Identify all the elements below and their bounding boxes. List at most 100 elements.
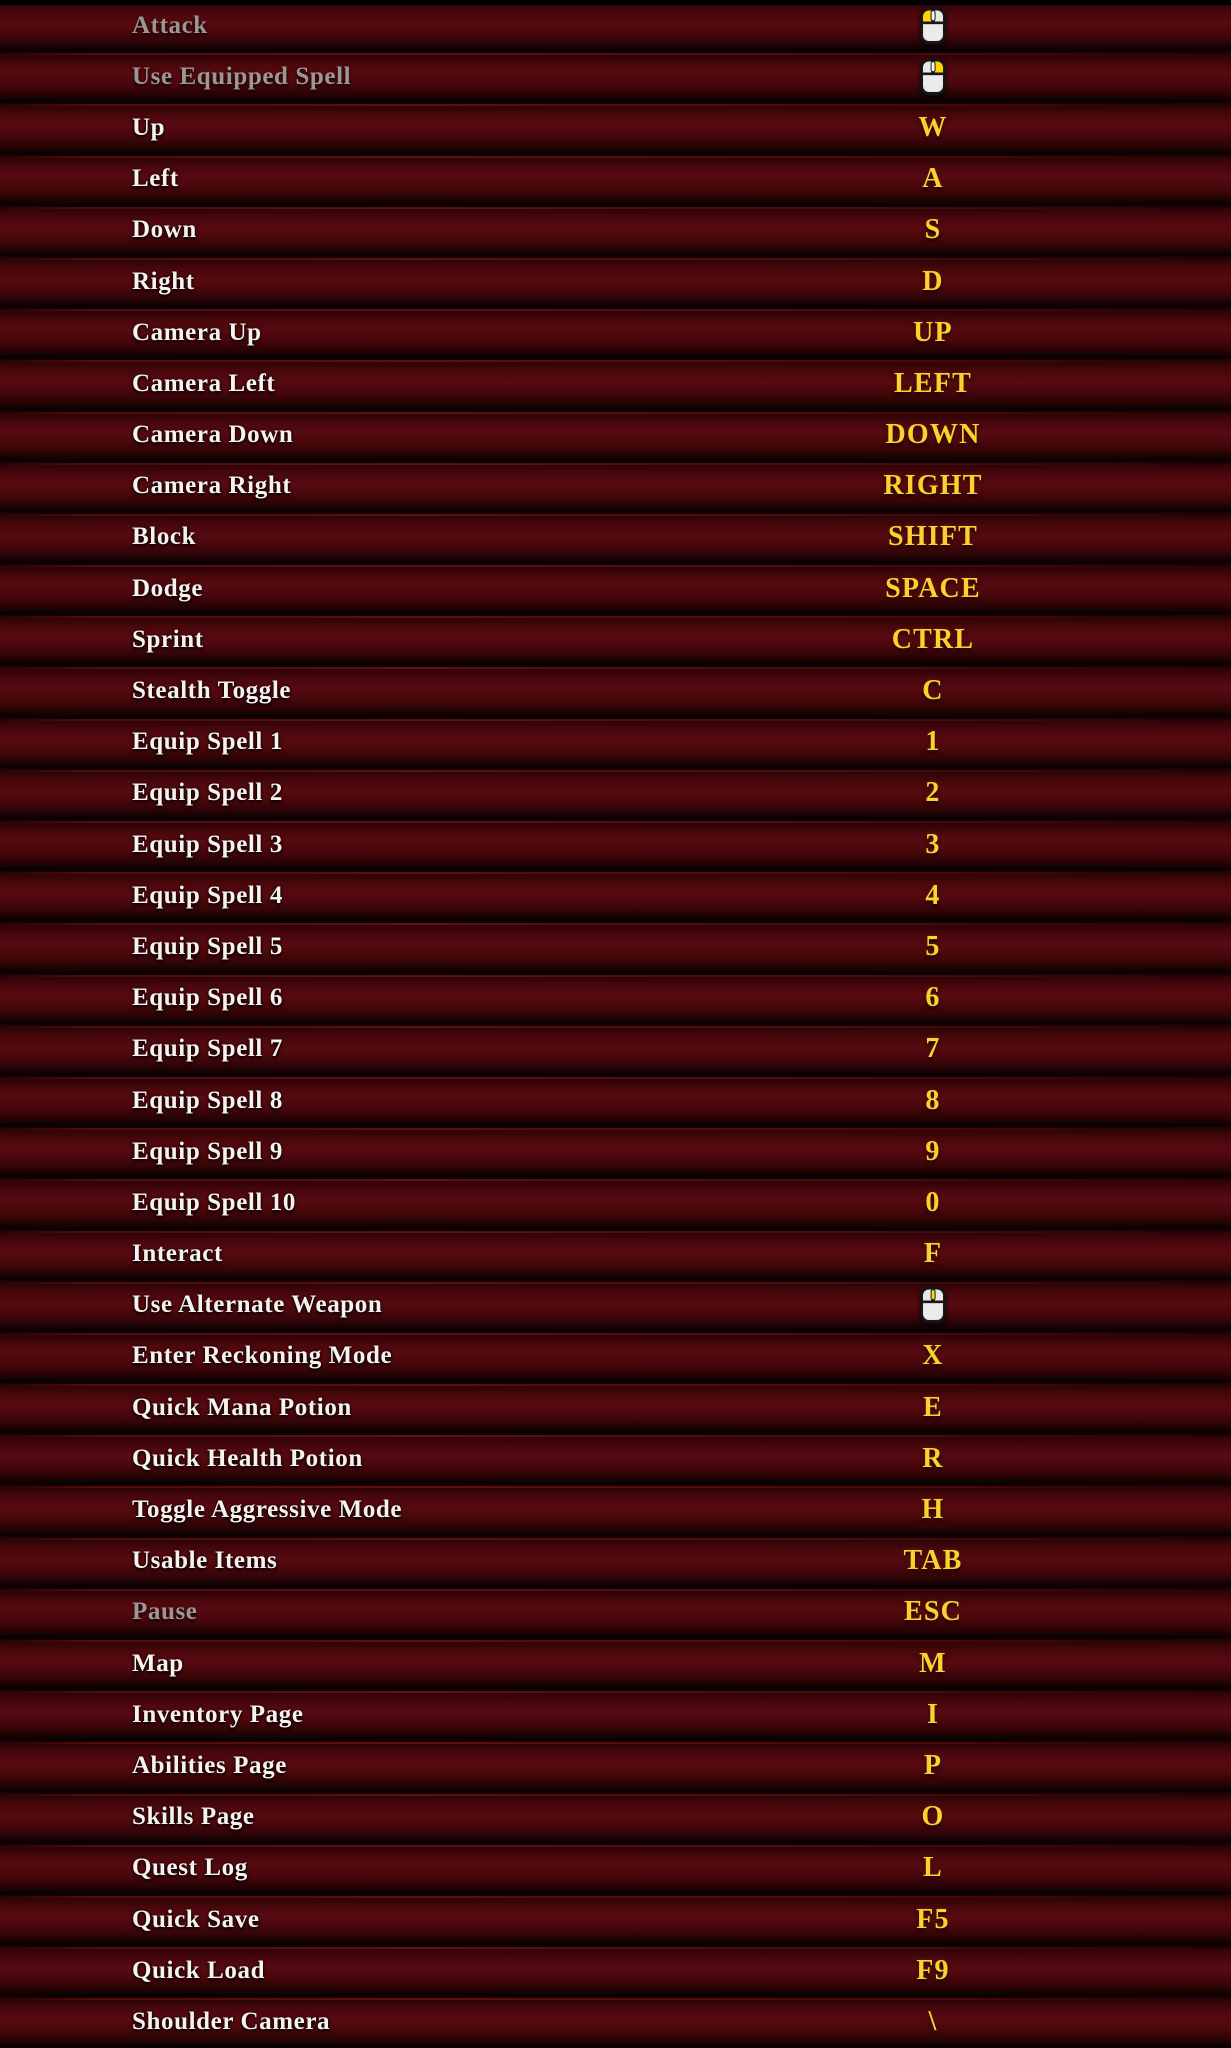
keybinding-value[interactable]: R	[793, 1433, 1073, 1484]
keybinding-row-pause[interactable]: Pause ESC	[0, 1586, 1231, 1638]
keybinding-value[interactable]: F5	[793, 1894, 1073, 1945]
key-label: TAB	[903, 1545, 963, 1577]
keybinding-row-map[interactable]: Map M	[0, 1638, 1231, 1690]
keybinding-value[interactable]: 6	[793, 973, 1073, 1024]
keybinding-row-equip-spell-9[interactable]: Equip Spell 9 9	[0, 1126, 1231, 1178]
keybinding-value[interactable]: DOWN	[793, 410, 1073, 461]
keybinding-action-label: Skills Page	[132, 1803, 255, 1831]
keybinding-row-use-alternate-weapon[interactable]: Use Alternate Weapon	[0, 1279, 1231, 1331]
keybinding-value[interactable]: 9	[793, 1126, 1073, 1177]
keybinding-row-left[interactable]: Left A	[0, 153, 1231, 205]
keybinding-row-toggle-aggressive-mode[interactable]: Toggle Aggressive Mode H	[0, 1484, 1231, 1536]
keybinding-action-label: Shoulder Camera	[132, 2007, 331, 2035]
keybinding-row-equip-spell-7[interactable]: Equip Spell 7 7	[0, 1023, 1231, 1075]
keybinding-value[interactable]: ESC	[793, 1587, 1073, 1638]
keybinding-action-label: Equip Spell 8	[132, 1086, 283, 1114]
keybinding-value[interactable]: F9	[793, 1945, 1073, 1996]
key-label: 3	[925, 828, 941, 860]
keybinding-row-stealth-toggle[interactable]: Stealth Toggle C	[0, 665, 1231, 717]
keybinding-row-sprint[interactable]: Sprint CTRL	[0, 614, 1231, 666]
keybinding-row-up[interactable]: Up W	[0, 102, 1231, 154]
keybinding-value[interactable]: E	[793, 1382, 1073, 1433]
keybinding-row-inventory-page[interactable]: Inventory Page I	[0, 1689, 1231, 1741]
keybinding-value[interactable]: L	[793, 1843, 1073, 1894]
keybinding-row-interact[interactable]: Interact F	[0, 1228, 1231, 1280]
mouse-right-button-icon[interactable]	[793, 51, 1073, 102]
keybinding-value[interactable]: CTRL	[793, 614, 1073, 665]
keybinding-row-skills-page[interactable]: Skills Page O	[0, 1791, 1231, 1843]
keybinding-value[interactable]: S	[793, 205, 1073, 256]
keybinding-row-quick-load[interactable]: Quick Load F9	[0, 1945, 1231, 1997]
keybinding-row-equip-spell-6[interactable]: Equip Spell 6 6	[0, 972, 1231, 1024]
keybinding-value[interactable]: 7	[793, 1024, 1073, 1075]
key-label: ESC	[903, 1596, 963, 1628]
keybinding-row-equip-spell-10[interactable]: Equip Spell 10 0	[0, 1177, 1231, 1229]
keybinding-row-quick-health-potion[interactable]: Quick Health Potion R	[0, 1433, 1231, 1485]
keybinding-row-dodge[interactable]: Dodge SPACE	[0, 563, 1231, 615]
keybinding-value[interactable]: 8	[793, 1075, 1073, 1126]
keybinding-action-label: Equip Spell 7	[132, 1035, 283, 1063]
mouse-left-button-icon	[920, 7, 946, 45]
keybinding-value[interactable]: LEFT	[793, 358, 1073, 409]
key-label: M	[919, 1647, 947, 1679]
keybinding-row-equip-spell-2[interactable]: Equip Spell 2 2	[0, 767, 1231, 819]
keybinding-value[interactable]: SHIFT	[793, 512, 1073, 563]
keybinding-value[interactable]: 1	[793, 717, 1073, 768]
keybinding-value[interactable]: RIGHT	[793, 461, 1073, 512]
key-label: R	[922, 1442, 944, 1474]
keybinding-action-label: Equip Spell 5	[132, 932, 283, 960]
keybinding-value[interactable]: A	[793, 154, 1073, 205]
keybinding-row-block[interactable]: Block SHIFT	[0, 511, 1231, 564]
keybinding-value[interactable]: 4	[793, 870, 1073, 921]
keybinding-row-equip-spell-5[interactable]: Equip Spell 5 5	[0, 921, 1231, 973]
keybinding-value[interactable]: 5	[793, 921, 1073, 972]
keybinding-value[interactable]: X	[793, 1331, 1073, 1382]
keybinding-value[interactable]: C	[793, 665, 1073, 716]
keybinding-row-quick-save[interactable]: Quick Save F5	[0, 1893, 1231, 1946]
keybinding-value[interactable]: SPACE	[793, 563, 1073, 614]
keybinding-row-shoulder-camera[interactable]: Shoulder Camera \	[0, 1996, 1231, 2048]
keybinding-value[interactable]: TAB	[793, 1536, 1073, 1587]
keybinding-row-camera-up[interactable]: Camera Up UP	[0, 307, 1231, 359]
mouse-left-button-icon[interactable]	[793, 0, 1073, 51]
keybinding-value[interactable]: D	[793, 256, 1073, 307]
keybinding-row-equip-spell-8[interactable]: Equip Spell 8 8	[0, 1074, 1231, 1127]
keybinding-value[interactable]: 2	[793, 768, 1073, 819]
keybinding-action-label: Quest Log	[132, 1854, 248, 1882]
keybinding-row-use-equipped-spell[interactable]: Use Equipped Spell	[0, 51, 1231, 103]
key-label: \	[928, 2005, 938, 2037]
keybinding-value[interactable]: \	[793, 1996, 1073, 2047]
key-label: D	[922, 265, 944, 297]
keybinding-row-camera-left[interactable]: Camera Left LEFT	[0, 358, 1231, 410]
keybinding-row-equip-spell-1[interactable]: Equip Spell 1 1	[0, 716, 1231, 768]
keybinding-value[interactable]: 3	[793, 819, 1073, 870]
keybinding-action-label: Interact	[132, 1240, 223, 1268]
keybinding-value[interactable]: P	[793, 1740, 1073, 1791]
keybinding-row-enter-reckoning-mode[interactable]: Enter Reckoning Mode X	[0, 1330, 1231, 1383]
keybinding-row-quest-log[interactable]: Quest Log L	[0, 1842, 1231, 1894]
keybinding-value[interactable]: 0	[793, 1177, 1073, 1228]
keybinding-value[interactable]: UP	[793, 307, 1073, 358]
keybindings-list[interactable]: Attack Use Equipped Spell Up W Left A Do…	[0, 0, 1231, 2048]
keybinding-value[interactable]: I	[793, 1689, 1073, 1740]
key-label: RIGHT	[883, 470, 983, 502]
keybinding-value[interactable]: H	[793, 1484, 1073, 1535]
key-label: SPACE	[885, 572, 981, 604]
keybinding-row-camera-right[interactable]: Camera Right RIGHT	[0, 460, 1231, 512]
keybinding-value[interactable]: W	[793, 102, 1073, 153]
keybinding-row-camera-down[interactable]: Camera Down DOWN	[0, 409, 1231, 461]
mouse-middle-button-icon[interactable]	[793, 1280, 1073, 1331]
keybinding-row-down[interactable]: Down S	[0, 204, 1231, 256]
keybinding-value[interactable]: F	[793, 1229, 1073, 1280]
keybinding-row-right[interactable]: Right D	[0, 255, 1231, 308]
keybinding-row-usable-items[interactable]: Usable Items TAB	[0, 1535, 1231, 1587]
keybinding-row-equip-spell-3[interactable]: Equip Spell 3 3	[0, 819, 1231, 871]
keybinding-row-equip-spell-4[interactable]: Equip Spell 4 4	[0, 870, 1231, 922]
keybinding-row-attack[interactable]: Attack	[0, 0, 1231, 52]
key-label: W	[918, 111, 948, 143]
keybinding-row-quick-mana-potion[interactable]: Quick Mana Potion E	[0, 1382, 1231, 1434]
key-label: F9	[916, 1954, 950, 1986]
keybinding-value[interactable]: M	[793, 1638, 1073, 1689]
keybinding-value[interactable]: O	[793, 1792, 1073, 1843]
keybinding-row-abilities-page[interactable]: Abilities Page P	[0, 1740, 1231, 1792]
